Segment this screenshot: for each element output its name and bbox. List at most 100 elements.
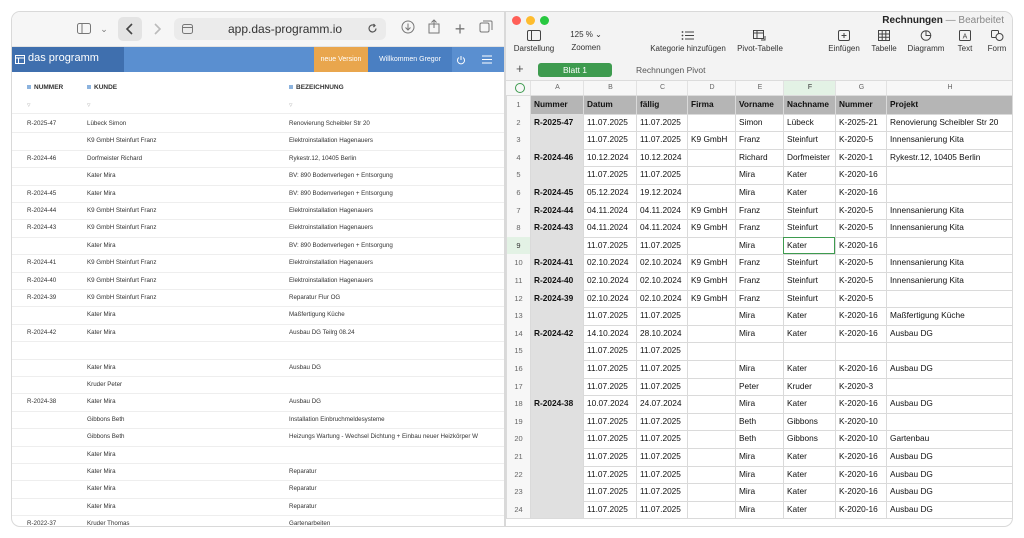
shape-button[interactable]: Form bbox=[984, 28, 1010, 53]
row-number[interactable]: 8 bbox=[506, 219, 530, 237]
row-number[interactable]: 10 bbox=[506, 254, 530, 272]
table-cell[interactable]: 04.11.2024 bbox=[583, 219, 636, 237]
table-cell[interactable]: 11.07.2025 bbox=[636, 307, 687, 325]
row-number[interactable]: 9 bbox=[506, 236, 530, 255]
header-cell[interactable]: Nummer bbox=[530, 96, 583, 114]
table-row[interactable] bbox=[12, 341, 504, 360]
row-number[interactable]: 16 bbox=[506, 360, 530, 378]
new-tab-icon[interactable]: + bbox=[450, 19, 470, 39]
table-cell[interactable]: Steinfurt bbox=[783, 272, 835, 290]
table-cell[interactable] bbox=[530, 307, 583, 325]
table-cell[interactable]: 02.10.2024 bbox=[636, 272, 687, 290]
table-row[interactable]: R-2024-39 K9 GmbH Steinfurt Franz Reparatu… bbox=[12, 289, 504, 308]
chart-button[interactable]: Diagramm bbox=[904, 28, 948, 53]
row-number[interactable]: 13 bbox=[506, 307, 530, 325]
table-cell[interactable]: K-2020-16 bbox=[835, 395, 886, 413]
table-cell[interactable] bbox=[783, 342, 835, 360]
table-cell[interactable]: Ausbau DG bbox=[886, 483, 1012, 501]
table-cell[interactable]: R-2024-46 bbox=[530, 148, 583, 167]
table-cell[interactable] bbox=[687, 307, 735, 325]
add-sheet-button[interactable]: + bbox=[516, 61, 524, 76]
column-letter-d[interactable]: D bbox=[687, 81, 736, 95]
table-cell[interactable]: Kruder bbox=[783, 377, 835, 396]
table-cell[interactable]: Kater bbox=[783, 448, 835, 466]
table-cell[interactable]: K9 GmbH bbox=[687, 289, 735, 308]
table-row[interactable]: Kater Mira Reparatur bbox=[12, 498, 504, 517]
table-cell[interactable]: K-2020-5 bbox=[835, 254, 886, 272]
table-cell[interactable]: Gibbons bbox=[783, 430, 835, 448]
table-cell[interactable]: Mira bbox=[735, 465, 783, 484]
table-cell[interactable]: K-2020-5 bbox=[835, 131, 886, 149]
table-cell[interactable] bbox=[530, 448, 583, 466]
table-cell[interactable] bbox=[530, 377, 583, 396]
table-cell[interactable]: 11.07.2025 bbox=[583, 342, 636, 360]
table-cell[interactable]: R-2024-38 bbox=[530, 395, 583, 413]
view-button[interactable]: Darstellung bbox=[512, 28, 556, 53]
table-cell[interactable]: 11.07.2025 bbox=[583, 377, 636, 396]
table-cell[interactable]: Mira bbox=[735, 500, 783, 519]
table-cell[interactable]: K-2025-21 bbox=[835, 113, 886, 132]
row-number[interactable]: 19 bbox=[506, 412, 530, 431]
row-number[interactable]: 15 bbox=[506, 342, 530, 360]
table-cell[interactable]: 28.10.2024 bbox=[636, 324, 687, 343]
text-button[interactable]: A Text bbox=[952, 28, 978, 53]
row-number[interactable]: 4 bbox=[506, 148, 530, 167]
table-row[interactable]: R-2024-42 Kater Mira Ausbau DG Teilrg 08.2… bbox=[12, 324, 504, 343]
table-cell[interactable]: 11.07.2025 bbox=[583, 430, 636, 448]
table-cell[interactable] bbox=[835, 342, 886, 360]
table-cell[interactable]: 02.10.2024 bbox=[583, 272, 636, 290]
add-category-button[interactable]: Kategorie hinzufügen bbox=[646, 28, 730, 53]
table-cell[interactable]: Mira bbox=[735, 395, 783, 413]
table-cell[interactable]: 02.10.2024 bbox=[636, 254, 687, 272]
table-cell[interactable] bbox=[687, 395, 735, 413]
table-row[interactable]: R-2024-40 K9 GmbH Steinfurt Franz Elektroi… bbox=[12, 272, 504, 290]
table-cell[interactable]: Rykestr.12, 10405 Berlin bbox=[886, 148, 1012, 167]
table-cell[interactable]: K-2020-16 bbox=[835, 166, 886, 184]
header-cell[interactable]: Vorname bbox=[735, 96, 783, 114]
table-cell[interactable] bbox=[687, 166, 735, 184]
table-cell[interactable] bbox=[687, 483, 735, 501]
table-cell[interactable]: Franz bbox=[735, 254, 783, 272]
table-cell[interactable]: Dorfmeister bbox=[783, 148, 835, 167]
table-cell[interactable]: K9 GmbH bbox=[687, 272, 735, 290]
filter-icon[interactable]: ▿ bbox=[27, 101, 31, 109]
table-cell[interactable]: Simon bbox=[735, 113, 783, 132]
table-cell[interactable] bbox=[530, 360, 583, 378]
reload-icon[interactable] bbox=[367, 23, 378, 34]
table-cell[interactable]: Mira bbox=[735, 360, 783, 378]
header-cell[interactable]: fällig bbox=[636, 96, 687, 114]
table-cell[interactable]: Innensanierung Kita bbox=[886, 219, 1012, 237]
table-cell[interactable]: Kater bbox=[783, 500, 835, 519]
table-row[interactable]: Gibbons Beth Heizungs Wartung - Wechsel D… bbox=[12, 428, 504, 447]
back-button[interactable] bbox=[118, 17, 142, 41]
table-cell[interactable]: 05.12.2024 bbox=[583, 184, 636, 202]
column-header-kunde[interactable]: KUNDE bbox=[87, 84, 117, 91]
table-cell[interactable]: 11.07.2025 bbox=[636, 360, 687, 378]
pivot-table-button[interactable]: Pivot-Tabelle bbox=[734, 28, 786, 53]
table-row[interactable]: R-2024-38 Kater Mira Ausbau DG bbox=[12, 393, 504, 412]
table-cell[interactable]: Mira bbox=[735, 166, 783, 184]
zoom-dropdown[interactable]: 125 % ⌄ Zoomen bbox=[560, 28, 612, 52]
filter-icon[interactable]: ▿ bbox=[289, 101, 293, 109]
table-cell[interactable]: R-2024-42 bbox=[530, 324, 583, 343]
table-cell[interactable]: Ausbau DG bbox=[886, 324, 1012, 343]
table-cell[interactable]: 02.10.2024 bbox=[583, 254, 636, 272]
table-cell[interactable]: 11.07.2025 bbox=[636, 465, 687, 484]
table-cell[interactable] bbox=[687, 377, 735, 396]
table-cell[interactable]: Ausbau DG bbox=[886, 448, 1012, 466]
table-cell[interactable]: 11.07.2025 bbox=[636, 448, 687, 466]
table-cell[interactable]: K-2020-1 bbox=[835, 148, 886, 167]
sidebar-icon[interactable] bbox=[74, 19, 94, 39]
table-cell[interactable]: K-2020-16 bbox=[835, 360, 886, 378]
filter-icon[interactable]: ▿ bbox=[87, 101, 91, 109]
table-cell[interactable]: 10.12.2024 bbox=[583, 148, 636, 167]
table-cell[interactable]: 19.12.2024 bbox=[636, 184, 687, 202]
table-cell[interactable]: K-2020-16 bbox=[835, 184, 886, 202]
table-cell[interactable] bbox=[687, 113, 735, 132]
close-window-button[interactable] bbox=[512, 16, 521, 25]
table-cell[interactable]: K9 GmbH bbox=[687, 201, 735, 220]
table-cell[interactable]: 11.07.2025 bbox=[583, 483, 636, 501]
table-cell[interactable]: Steinfurt bbox=[783, 131, 835, 149]
table-cell[interactable]: 11.07.2025 bbox=[636, 377, 687, 396]
row-number[interactable]: 2 bbox=[506, 113, 530, 132]
